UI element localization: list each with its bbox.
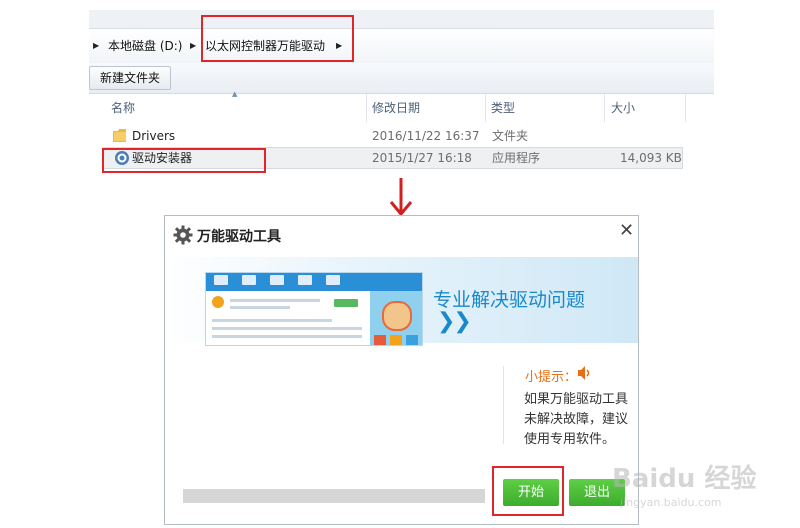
close-icon[interactable]: ✕ (619, 222, 634, 240)
window-top-strip (89, 10, 714, 28)
folder-icon (113, 129, 126, 142)
mascot-icon (382, 301, 412, 331)
address-bar[interactable]: ▶ 本地磁盘 (D:) ▶ 以太网控制器万能驱动 ▶ (89, 28, 714, 64)
column-divider[interactable] (685, 94, 686, 122)
arrow-down-icon (389, 178, 413, 217)
highlight-box-start (492, 466, 564, 516)
toolbar: 新建文件夹 (89, 63, 714, 94)
gear-icon (173, 225, 193, 245)
new-folder-button[interactable]: 新建文件夹 (89, 66, 171, 90)
progress-bar (183, 489, 485, 503)
breadcrumb-drive[interactable]: 本地磁盘 (D:) (108, 29, 182, 63)
file-date: 2015/1/27 16:18 (372, 151, 472, 165)
tip-text: 如果万能驱动工具 未解决故障，建议 使用专用软件。 (524, 390, 636, 450)
column-divider[interactable] (604, 94, 605, 122)
column-header-type[interactable]: 类型 (491, 94, 515, 122)
tip-line: 如果万能驱动工具 (524, 392, 629, 407)
speaker-icon (578, 366, 590, 380)
preview-nav-bar (206, 273, 422, 291)
column-header-size[interactable]: 大小 (611, 94, 635, 122)
tip-line: 使用专用软件。 (524, 432, 616, 447)
file-size: 14,093 KB (620, 151, 682, 165)
chevron-right-icon[interactable]: ▶ (190, 29, 196, 63)
highlight-box-folder (201, 15, 354, 62)
watermark-url: jingyan.baidu.com (620, 496, 722, 509)
app-preview-image (205, 272, 423, 346)
watermark: Baidu 经验 jingyan.baidu.com (612, 456, 792, 520)
chevron-right-icon[interactable]: ❯❯ (437, 309, 472, 334)
column-header-name[interactable]: 名称 (111, 94, 135, 122)
tip-label: 小提示： (525, 370, 578, 385)
watermark-logo: Baidu 经验 (612, 464, 757, 494)
warning-icon (212, 296, 224, 308)
column-header-date[interactable]: 修改日期 (372, 94, 420, 122)
file-row[interactable]: Drivers 2016/11/22 16:37 文件夹 (103, 126, 681, 146)
file-type: 应用程序 (492, 151, 541, 165)
tip-line: 未解决故障，建议 (524, 412, 629, 427)
driver-tool-dialog: 万能驱动工具 ✕ 专业解决驱动问题 ❯❯ 小提示： 如果万能驱动工具 未解决故障… (164, 215, 639, 525)
sort-ascending-icon: ▲ (232, 90, 238, 98)
column-divider[interactable] (366, 94, 367, 122)
banner-headline: 专业解决驱动问题 (433, 289, 586, 311)
divider (503, 366, 504, 444)
file-type: 文件夹 (492, 129, 529, 143)
column-divider[interactable] (485, 94, 486, 122)
file-name: Drivers (132, 129, 176, 143)
dialog-title: 万能驱动工具 (197, 229, 281, 245)
chevron-right-icon[interactable]: ▶ (93, 29, 99, 63)
file-date: 2016/11/22 16:37 (372, 129, 480, 143)
highlight-box-installer (102, 148, 266, 173)
